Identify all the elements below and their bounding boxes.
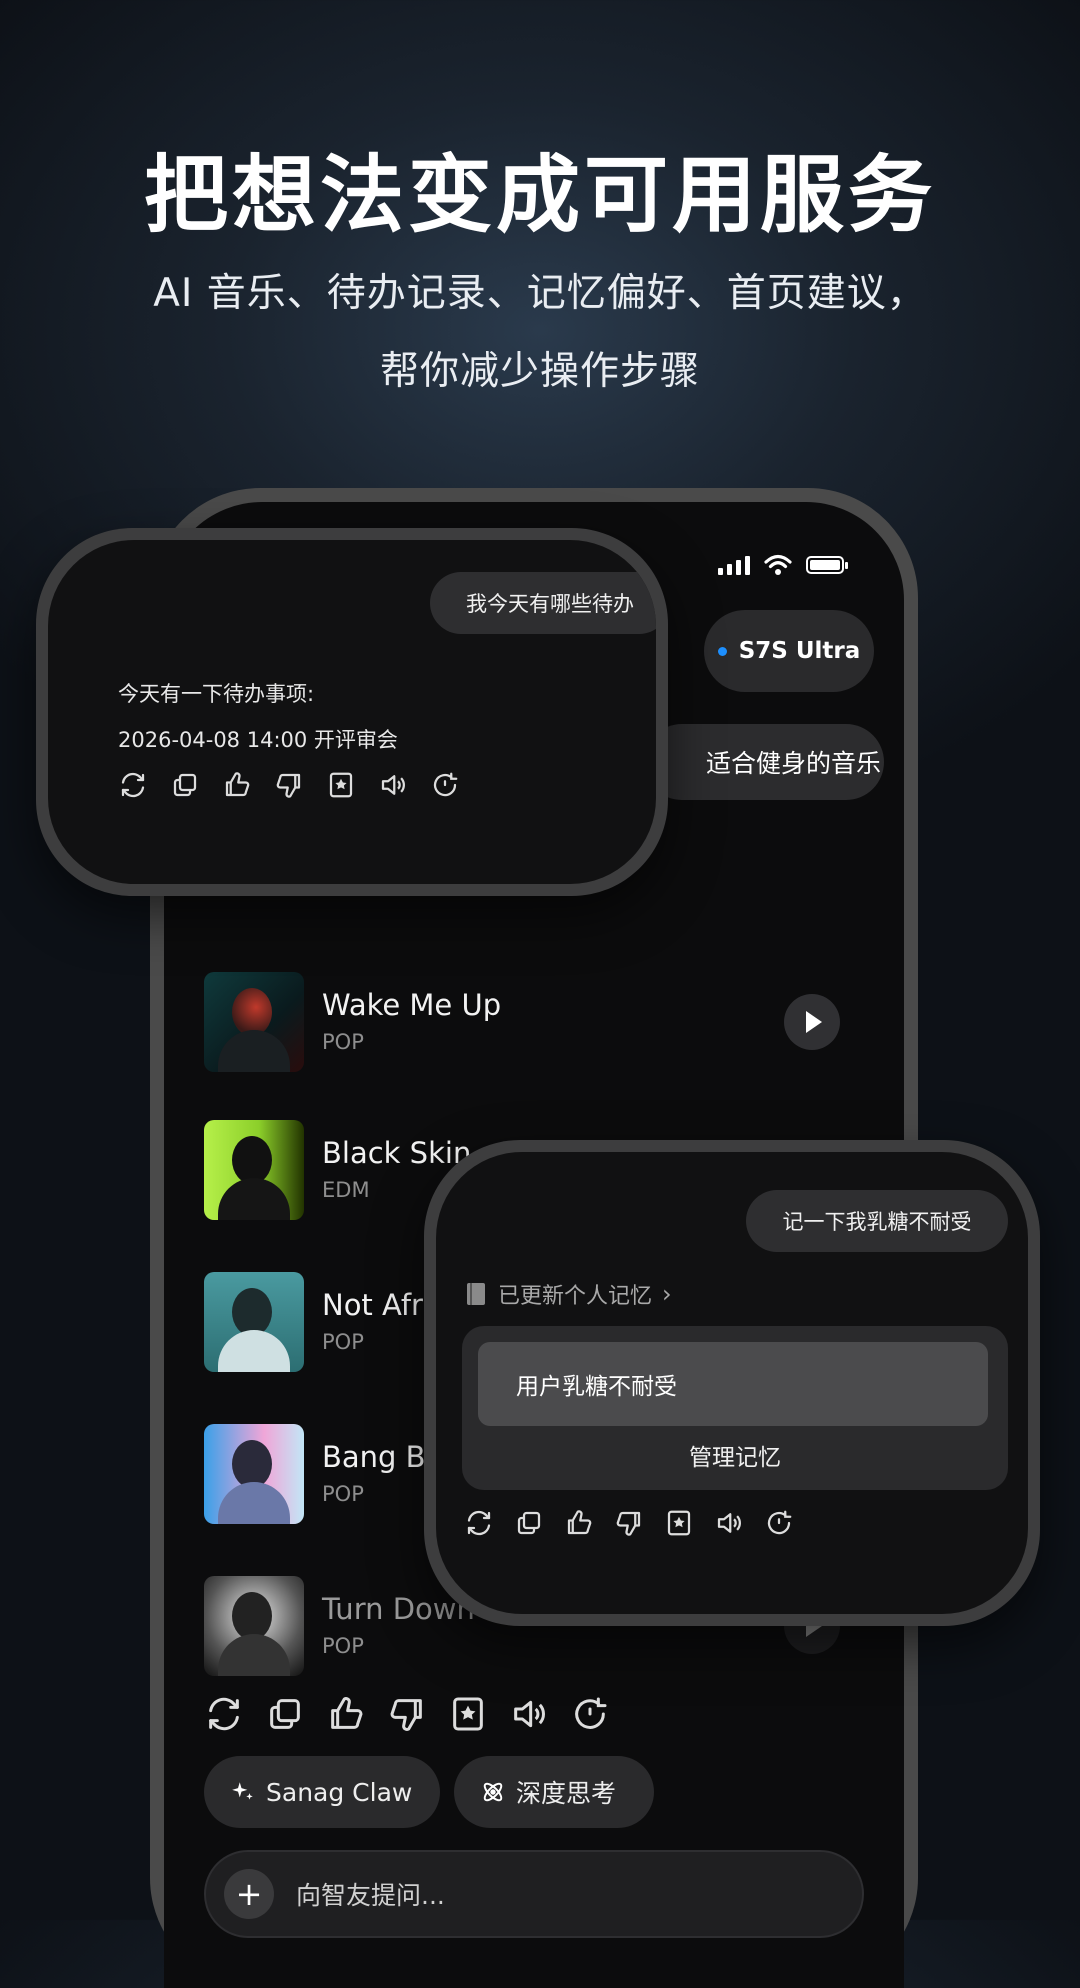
- memory-message-actions: [464, 1508, 794, 1538]
- todo-card: 我今天有哪些待办 今天有一下待办事项: 2026-04-08 14:00 开评审…: [36, 528, 668, 896]
- song-title: Black Skin: [322, 1136, 472, 1170]
- claw-chip-label: Sanag Claw: [266, 1777, 413, 1807]
- atom-icon: [483, 1782, 503, 1802]
- copy-icon[interactable]: [514, 1508, 544, 1538]
- todo-user-bubble: 我今天有哪些待办: [430, 572, 656, 634]
- wifi-icon: [764, 554, 792, 575]
- memory-card: 记一下我乳糖不耐受 已更新个人记忆 › 用户乳糖不耐受 管理记忆: [424, 1140, 1040, 1626]
- refresh-icon[interactable]: [464, 1508, 494, 1538]
- status-dot: [717, 646, 727, 656]
- bookmark-star-icon[interactable]: [448, 1694, 488, 1734]
- todo-user-text: 我今天有哪些待办: [466, 592, 634, 616]
- todo-message-actions: [118, 770, 460, 800]
- subtitle-line-2: 帮你减少操作步骤: [379, 349, 700, 394]
- chevron-right-icon: ›: [662, 1280, 672, 1308]
- memory-item-text: 用户乳糖不耐受: [516, 1374, 677, 1400]
- album-art: [204, 1576, 304, 1676]
- manage-memory-button[interactable]: 管理记忆: [462, 1438, 1008, 1472]
- song-genre: POP: [322, 1634, 364, 1658]
- memory-item[interactable]: 用户乳糖不耐受: [478, 1342, 988, 1426]
- song-item[interactable]: Wake Me Up POP: [204, 972, 844, 1072]
- play-icon: [806, 1011, 822, 1033]
- page-headline: 把想法变成可用服务: [143, 146, 936, 244]
- bookmark-star-icon[interactable]: [326, 770, 356, 800]
- copy-icon[interactable]: [170, 770, 200, 800]
- memory-user-bubble: 记一下我乳糖不耐受: [746, 1190, 1008, 1252]
- message-actions: [204, 1694, 610, 1734]
- song-genre: POP: [322, 1330, 364, 1354]
- album-art: [204, 1120, 304, 1220]
- user-message-bubble: 适合健身的音乐: [644, 724, 884, 800]
- memory-user-text: 记一下我乳糖不耐受: [782, 1210, 972, 1234]
- sparkle-icon: [232, 1782, 253, 1800]
- model-selector-button[interactable]: S7S Ultra: [704, 610, 874, 692]
- battery-icon: [806, 556, 848, 574]
- memory-updated-link[interactable]: 已更新个人记忆 ›: [464, 1278, 672, 1310]
- song-genre: POP: [322, 1482, 364, 1506]
- thumbs-up-icon[interactable]: [564, 1508, 594, 1538]
- play-button[interactable]: [784, 994, 840, 1050]
- thumbs-down-icon[interactable]: [387, 1694, 427, 1734]
- memory-card-screen: 记一下我乳糖不耐受 已更新个人记忆 › 用户乳糖不耐受 管理记忆: [436, 1152, 1028, 1614]
- song-title: Not Afr: [322, 1288, 423, 1322]
- album-art: [204, 1272, 304, 1372]
- album-art: [204, 972, 304, 1072]
- claw-chip[interactable]: Sanag Claw: [204, 1756, 440, 1828]
- song-title: Bang B: [322, 1440, 426, 1474]
- thumbs-down-icon[interactable]: [614, 1508, 644, 1538]
- signal-icon: [718, 555, 750, 575]
- song-genre: POP: [322, 1030, 364, 1054]
- bookmark-star-icon[interactable]: [664, 1508, 694, 1538]
- subtitle-line-1: AI 音乐、待办记录、记忆偏好、首页建议，: [153, 271, 927, 316]
- thumbs-up-icon[interactable]: [222, 770, 252, 800]
- thumbs-up-icon[interactable]: [326, 1694, 366, 1734]
- todo-card-screen: 我今天有哪些待办 今天有一下待办事项: 2026-04-08 14:00 开评审…: [48, 540, 656, 884]
- speaker-icon[interactable]: [378, 770, 408, 800]
- status-bar: [718, 554, 848, 576]
- memory-panel: 用户乳糖不耐受 管理记忆: [462, 1326, 1008, 1490]
- rotate-icon[interactable]: [570, 1694, 610, 1734]
- chat-input[interactable]: + 向智友提问...: [204, 1850, 864, 1938]
- plus-icon[interactable]: +: [224, 1869, 274, 1919]
- model-name: S7S Ultra: [738, 638, 861, 664]
- todo-reply-line-1: 今天有一下待办事项:: [118, 682, 315, 706]
- chat-input-placeholder: 向智友提问...: [296, 1881, 445, 1910]
- book-icon: [467, 1283, 485, 1305]
- deep-think-chip-label: 深度思考: [516, 1779, 617, 1808]
- rotate-icon[interactable]: [430, 770, 460, 800]
- song-title: Wake Me Up: [322, 988, 502, 1022]
- copy-icon[interactable]: [265, 1694, 305, 1734]
- thumbs-down-icon[interactable]: [274, 770, 304, 800]
- album-art: [204, 1424, 304, 1524]
- todo-reply-line-2: 2026-04-08 14:00 开评审会: [118, 728, 398, 752]
- memory-updated-label: 已更新个人记忆: [498, 1284, 653, 1309]
- deep-think-chip[interactable]: 深度思考: [454, 1756, 654, 1828]
- refresh-icon[interactable]: [204, 1694, 244, 1734]
- speaker-icon[interactable]: [509, 1694, 549, 1734]
- user-message-text: 适合健身的音乐: [706, 749, 882, 778]
- speaker-icon[interactable]: [714, 1508, 744, 1538]
- song-genre: EDM: [322, 1178, 370, 1202]
- refresh-icon[interactable]: [118, 770, 148, 800]
- rotate-icon[interactable]: [764, 1508, 794, 1538]
